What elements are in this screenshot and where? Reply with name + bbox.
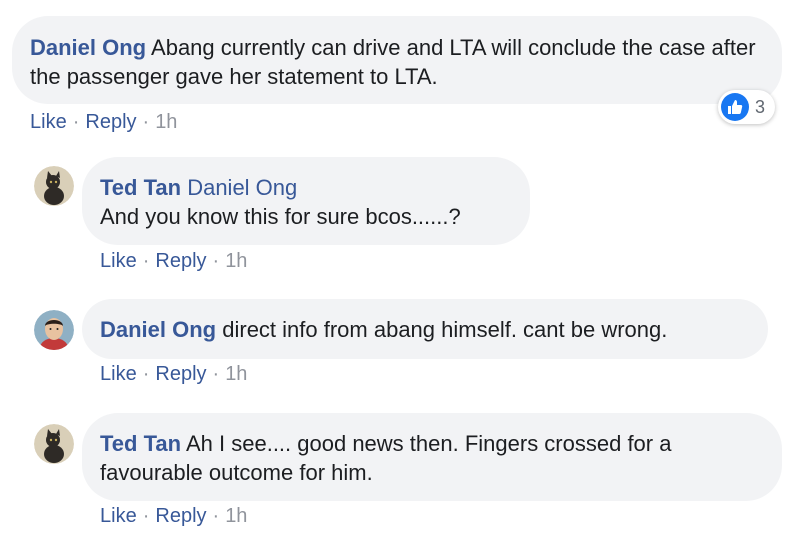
separator: ·: [142, 111, 150, 133]
comment-author[interactable]: Ted Tan: [100, 431, 181, 456]
separator: ·: [142, 250, 150, 272]
comment-text: And you know this for sure bcos......?: [100, 204, 461, 229]
cat-avatar: [34, 424, 74, 464]
comment-text: direct info from abang himself. cant be …: [222, 317, 668, 342]
separator: ·: [142, 363, 150, 385]
comment-text: Ah I see.... good news then. Fingers cro…: [100, 431, 672, 485]
comment-author[interactable]: Ted Tan: [100, 175, 181, 200]
separator: ·: [212, 250, 220, 272]
reply-link[interactable]: Reply: [85, 111, 136, 133]
person-avatar: [34, 310, 74, 350]
like-link[interactable]: Like: [30, 111, 67, 133]
cat-avatar: [34, 166, 74, 206]
comment-actions: Like · Reply · 1h: [100, 505, 247, 528]
comment-bubble: Ted Tan Ah I see.... good news then. Fin…: [82, 413, 782, 501]
separator: ·: [212, 363, 220, 385]
comment-author[interactable]: Daniel Ong: [30, 35, 146, 60]
timestamp[interactable]: 1h: [225, 250, 247, 272]
comment-actions: Like · Reply · 1h: [100, 250, 247, 273]
comment-actions: Like · Reply · 1h: [100, 363, 247, 386]
like-link[interactable]: Like: [100, 250, 137, 272]
reply-link[interactable]: Reply: [155, 363, 206, 385]
avatar[interactable]: [34, 424, 74, 464]
like-link[interactable]: Like: [100, 505, 137, 527]
timestamp[interactable]: 1h: [225, 505, 247, 527]
avatar[interactable]: [34, 166, 74, 206]
comment-bubble: Daniel Ong Abang currently can drive and…: [12, 16, 782, 104]
timestamp[interactable]: 1h: [155, 111, 177, 133]
timestamp[interactable]: 1h: [225, 363, 247, 385]
reaction-badge[interactable]: 3: [718, 90, 776, 124]
comment-author[interactable]: Daniel Ong: [100, 317, 216, 342]
like-link[interactable]: Like: [100, 363, 137, 385]
comment-bubble: Ted Tan Daniel Ong And you know this for…: [82, 157, 530, 245]
reply-link[interactable]: Reply: [155, 505, 206, 527]
reply-link[interactable]: Reply: [155, 250, 206, 272]
avatar[interactable]: [34, 310, 74, 350]
mention-link[interactable]: Daniel Ong: [187, 175, 297, 200]
separator: ·: [212, 505, 220, 527]
separator: ·: [72, 111, 80, 133]
thumbs-up-icon: [721, 93, 749, 121]
separator: ·: [142, 505, 150, 527]
comment-actions: Like · Reply · 1h: [30, 111, 177, 134]
comment-bubble: Daniel Ong direct info from abang himsel…: [82, 299, 768, 359]
reaction-count: 3: [755, 96, 766, 117]
